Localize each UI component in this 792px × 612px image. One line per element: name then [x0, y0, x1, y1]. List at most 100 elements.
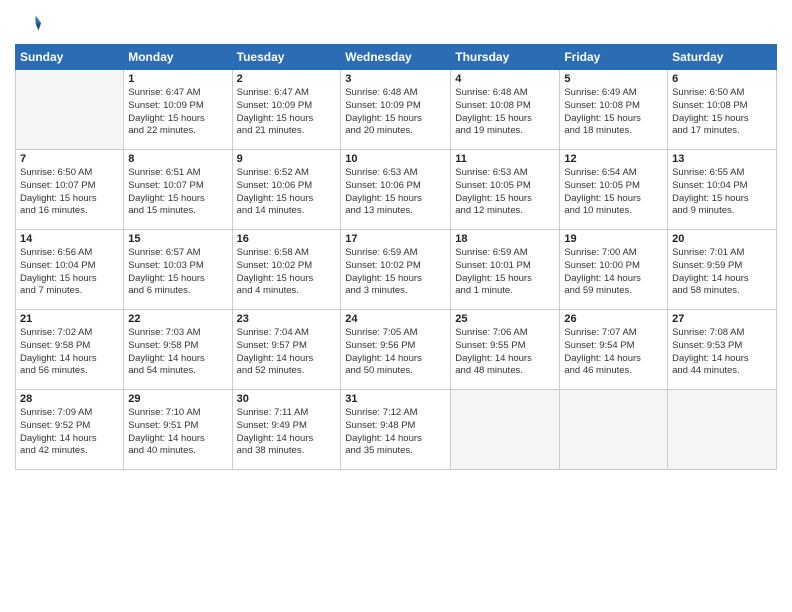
weekday-header-sunday: Sunday	[16, 45, 124, 70]
day-cell: 7 Sunrise: 6:50 AM Sunset: 10:07 PM Dayli…	[16, 150, 124, 230]
day-number: 1	[128, 73, 227, 85]
day-cell: 9Sunrise: 6:52 AM Sunset: 10:06 PM Dayli…	[232, 150, 341, 230]
day-number: 28	[20, 393, 119, 405]
day-cell: 27 Sunrise: 7:08 AM Sunset: 9:53 PM Dayli…	[668, 310, 777, 390]
week-row-2: 7 Sunrise: 6:50 AM Sunset: 10:07 PM Dayli…	[16, 150, 777, 230]
day-number: 4	[455, 73, 555, 85]
day-cell: 10Sunrise: 6:53 AM Sunset: 10:06 PM Dayl…	[341, 150, 451, 230]
day-info: Sunrise: 6:52 AM Sunset: 10:06 PM Daylig…	[237, 167, 337, 218]
day-cell: 23 Sunrise: 7:04 AM Sunset: 9:57 PM Dayli…	[232, 310, 341, 390]
day-cell: 26Sunrise: 7:07 AM Sunset: 9:54 PM Dayli…	[560, 310, 668, 390]
day-number: 21	[20, 313, 119, 325]
day-cell: 6 Sunrise: 6:50 AM Sunset: 10:08 PM Dayli…	[668, 70, 777, 150]
week-row-4: 21 Sunrise: 7:02 AM Sunset: 9:58 PM Dayli…	[16, 310, 777, 390]
week-row-1: 1 Sunrise: 6:47 AM Sunset: 10:09 PM Dayli…	[16, 70, 777, 150]
day-cell: 25Sunrise: 7:06 AM Sunset: 9:55 PM Dayli…	[451, 310, 560, 390]
day-cell: 22 Sunrise: 7:03 AM Sunset: 9:58 PM Dayli…	[124, 310, 232, 390]
day-cell: 28 Sunrise: 7:09 AM Sunset: 9:52 PM Dayli…	[16, 390, 124, 470]
day-cell: 20 Sunrise: 7:01 AM Sunset: 9:59 PM Dayli…	[668, 230, 777, 310]
logo-icon	[15, 10, 43, 38]
day-number: 11	[455, 153, 555, 165]
day-info: Sunrise: 6:51 AM Sunset: 10:07 PM Daylig…	[128, 167, 227, 218]
weekday-header-monday: Monday	[124, 45, 232, 70]
day-number: 18	[455, 233, 555, 245]
day-cell: 21 Sunrise: 7:02 AM Sunset: 9:58 PM Dayli…	[16, 310, 124, 390]
day-info: Sunrise: 7:01 AM Sunset: 9:59 PM Dayligh…	[672, 247, 772, 298]
day-info: Sunrise: 7:04 AM Sunset: 9:57 PM Dayligh…	[237, 327, 337, 378]
weekday-header-tuesday: Tuesday	[232, 45, 341, 70]
day-number: 17	[345, 233, 446, 245]
day-cell: 15 Sunrise: 6:57 AM Sunset: 10:03 PM Dayl…	[124, 230, 232, 310]
day-info: Sunrise: 6:58 AM Sunset: 10:02 PM Daylig…	[237, 247, 337, 298]
day-info: Sunrise: 6:48 AM Sunset: 10:09 PM Daylig…	[345, 87, 446, 138]
day-cell: 5 Sunrise: 6:49 AM Sunset: 10:08 PM Dayli…	[560, 70, 668, 150]
day-number: 26	[564, 313, 663, 325]
day-cell: 14Sunrise: 6:56 AM Sunset: 10:04 PM Dayl…	[16, 230, 124, 310]
day-number: 16	[237, 233, 337, 245]
weekday-header-thursday: Thursday	[451, 45, 560, 70]
day-cell: 4 Sunrise: 6:48 AM Sunset: 10:08 PM Dayli…	[451, 70, 560, 150]
day-number: 15	[128, 233, 227, 245]
day-info: Sunrise: 6:48 AM Sunset: 10:08 PM Daylig…	[455, 87, 555, 138]
day-info: Sunrise: 7:02 AM Sunset: 9:58 PM Dayligh…	[20, 327, 119, 378]
day-info: Sunrise: 6:55 AM Sunset: 10:04 PM Daylig…	[672, 167, 772, 218]
day-info: Sunrise: 7:06 AM Sunset: 9:55 PM Dayligh…	[455, 327, 555, 378]
day-info: Sunrise: 7:03 AM Sunset: 9:58 PM Dayligh…	[128, 327, 227, 378]
weekday-header-friday: Friday	[560, 45, 668, 70]
day-cell	[16, 70, 124, 150]
day-info: Sunrise: 6:49 AM Sunset: 10:08 PM Daylig…	[564, 87, 663, 138]
day-number: 31	[345, 393, 446, 405]
day-cell	[668, 390, 777, 470]
day-info: Sunrise: 7:00 AM Sunset: 10:00 PM Daylig…	[564, 247, 663, 298]
day-number: 12	[564, 153, 663, 165]
day-cell: 30 Sunrise: 7:11 AM Sunset: 9:49 PM Dayli…	[232, 390, 341, 470]
logo	[15, 10, 47, 38]
day-info: Sunrise: 7:08 AM Sunset: 9:53 PM Dayligh…	[672, 327, 772, 378]
day-cell	[451, 390, 560, 470]
day-cell: 19 Sunrise: 7:00 AM Sunset: 10:00 PM Dayl…	[560, 230, 668, 310]
day-cell: 29 Sunrise: 7:10 AM Sunset: 9:51 PM Dayli…	[124, 390, 232, 470]
day-cell: 24Sunrise: 7:05 AM Sunset: 9:56 PM Dayli…	[341, 310, 451, 390]
day-info: Sunrise: 6:50 AM Sunset: 10:07 PM Daylig…	[20, 167, 119, 218]
day-info: Sunrise: 6:56 AM Sunset: 10:04 PM Daylig…	[20, 247, 119, 298]
week-row-3: 14Sunrise: 6:56 AM Sunset: 10:04 PM Dayl…	[16, 230, 777, 310]
day-number: 13	[672, 153, 772, 165]
day-info: Sunrise: 6:47 AM Sunset: 10:09 PM Daylig…	[128, 87, 227, 138]
weekday-header-saturday: Saturday	[668, 45, 777, 70]
day-number: 29	[128, 393, 227, 405]
day-info: Sunrise: 6:59 AM Sunset: 10:02 PM Daylig…	[345, 247, 446, 298]
day-cell: 18Sunrise: 6:59 AM Sunset: 10:01 PM Dayl…	[451, 230, 560, 310]
day-info: Sunrise: 7:10 AM Sunset: 9:51 PM Dayligh…	[128, 407, 227, 458]
day-cell: 31Sunrise: 7:12 AM Sunset: 9:48 PM Dayli…	[341, 390, 451, 470]
header	[15, 10, 777, 38]
day-info: Sunrise: 7:09 AM Sunset: 9:52 PM Dayligh…	[20, 407, 119, 458]
day-number: 8	[128, 153, 227, 165]
day-number: 20	[672, 233, 772, 245]
day-cell: 13 Sunrise: 6:55 AM Sunset: 10:04 PM Dayl…	[668, 150, 777, 230]
day-number: 7	[20, 153, 119, 165]
day-number: 6	[672, 73, 772, 85]
day-cell: 1 Sunrise: 6:47 AM Sunset: 10:09 PM Dayli…	[124, 70, 232, 150]
day-number: 30	[237, 393, 337, 405]
day-number: 23	[237, 313, 337, 325]
day-number: 27	[672, 313, 772, 325]
day-info: Sunrise: 6:57 AM Sunset: 10:03 PM Daylig…	[128, 247, 227, 298]
day-number: 24	[345, 313, 446, 325]
day-cell: 3Sunrise: 6:48 AM Sunset: 10:09 PM Dayli…	[341, 70, 451, 150]
day-info: Sunrise: 6:50 AM Sunset: 10:08 PM Daylig…	[672, 87, 772, 138]
calendar-page: SundayMondayTuesdayWednesdayThursdayFrid…	[0, 0, 792, 612]
day-info: Sunrise: 6:54 AM Sunset: 10:05 PM Daylig…	[564, 167, 663, 218]
day-number: 19	[564, 233, 663, 245]
weekday-row: SundayMondayTuesdayWednesdayThursdayFrid…	[16, 45, 777, 70]
day-cell: 2Sunrise: 6:47 AM Sunset: 10:09 PM Dayli…	[232, 70, 341, 150]
day-info: Sunrise: 6:53 AM Sunset: 10:06 PM Daylig…	[345, 167, 446, 218]
calendar-table: SundayMondayTuesdayWednesdayThursdayFrid…	[15, 44, 777, 470]
day-number: 22	[128, 313, 227, 325]
day-number: 5	[564, 73, 663, 85]
day-cell: 8 Sunrise: 6:51 AM Sunset: 10:07 PM Dayli…	[124, 150, 232, 230]
day-cell	[560, 390, 668, 470]
weekday-header-wednesday: Wednesday	[341, 45, 451, 70]
day-cell: 11Sunrise: 6:53 AM Sunset: 10:05 PM Dayl…	[451, 150, 560, 230]
day-info: Sunrise: 7:11 AM Sunset: 9:49 PM Dayligh…	[237, 407, 337, 458]
day-number: 2	[237, 73, 337, 85]
